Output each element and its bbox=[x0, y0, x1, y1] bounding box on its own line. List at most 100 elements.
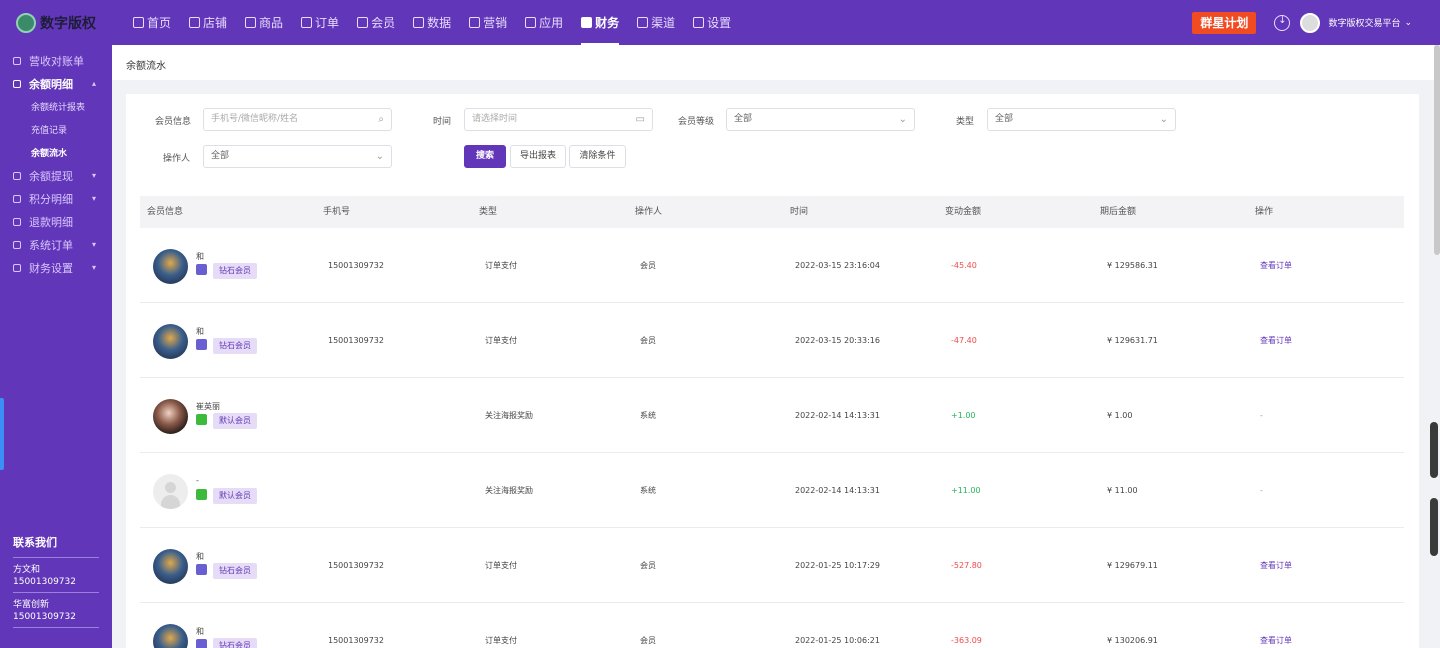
sidebar-subitem[interactable]: 余额统计报表 bbox=[0, 95, 112, 118]
sidebar-subitem[interactable]: 余额流水 bbox=[0, 141, 112, 164]
avatar bbox=[153, 549, 188, 584]
nav-item[interactable]: 渠道 bbox=[637, 0, 675, 45]
sidebar-item[interactable]: 积分明细 ▾ bbox=[0, 187, 112, 210]
column-header: 期后金额 bbox=[1100, 207, 1137, 217]
brand-logo[interactable]: 数字版权 bbox=[0, 0, 112, 45]
sidebar-subitem[interactable]: 充值记录 bbox=[0, 118, 112, 141]
type-filter-label: 类型 bbox=[956, 117, 975, 127]
sidebar-item[interactable]: 系统订单 ▾ bbox=[0, 233, 112, 256]
action-empty: - bbox=[1260, 486, 1263, 495]
nav-item[interactable]: 会员 bbox=[357, 0, 395, 45]
sidebar: 营收对账单 余额明细 ▴ 余额统计报表 充值记录 余额流水 余额提现 ▾ 积分明细 ▾ 退款明细 系统… bbox=[0, 45, 112, 648]
chevron-down-icon: ▾ bbox=[91, 171, 96, 180]
operator-cell: 会员 bbox=[640, 261, 656, 270]
sidebar-item[interactable]: 财务设置 ▾ bbox=[0, 256, 112, 279]
level-filter-label: 会员等级 bbox=[678, 117, 715, 127]
column-header: 时间 bbox=[790, 207, 809, 217]
nav-item[interactable]: 营销 bbox=[469, 0, 507, 45]
promo-button[interactable]: 群星计划 bbox=[1192, 11, 1257, 34]
calendar-icon: ▭ bbox=[635, 114, 645, 125]
member-level-badge: 钻石会员 bbox=[213, 563, 257, 579]
sidebar-item[interactable]: 余额提现 ▾ bbox=[0, 164, 112, 187]
nav-item[interactable]: 首页 bbox=[133, 0, 171, 45]
mini-program-icon bbox=[196, 564, 207, 575]
export-button[interactable]: 导出报表 bbox=[510, 145, 566, 168]
nav-item[interactable]: 数据 bbox=[413, 0, 451, 45]
type-cell: 订单支付 bbox=[485, 561, 517, 570]
floating-side-tab[interactable] bbox=[0, 398, 4, 470]
view-order-link[interactable]: 查看订单 bbox=[1260, 603, 1292, 648]
phone-cell: 15001309732 bbox=[328, 261, 384, 270]
contact-title: 联系我们 bbox=[13, 534, 99, 558]
balance-cell: ¥ 129631.71 bbox=[1107, 336, 1158, 345]
sidebar-item[interactable]: 营收对账单 bbox=[0, 49, 112, 72]
table-header: 会员信息 手机号 类型 操作人 时间 变动金额 期后金额 操作 bbox=[140, 196, 1404, 228]
sidebar-item[interactable]: 余额明细 ▴ bbox=[0, 72, 112, 95]
view-order-link[interactable]: 查看订单 bbox=[1260, 228, 1292, 303]
mini-program-icon bbox=[196, 339, 207, 350]
operator-cell: 会员 bbox=[640, 636, 656, 645]
operator-select[interactable]: 全部 ⌄ bbox=[203, 145, 392, 168]
member-level-badge: 默认会员 bbox=[213, 488, 257, 504]
member-name: 和 bbox=[196, 627, 204, 636]
balance-cell: ¥ 129586.31 bbox=[1107, 261, 1158, 270]
column-header: 会员信息 bbox=[147, 207, 184, 217]
table-row: 和 钻石会员 15001309732 订单支付 会员 2022-01-25 10… bbox=[140, 528, 1404, 603]
top-navbar: 数字版权 首页店铺商品订单会员数据营销应用财务渠道设置 群星计划 数字版权交易平… bbox=[0, 0, 1440, 45]
main-card: 会员信息 手机号/微信昵称/姓名 ⌕ 时间 请选择时间 ▭ 会员等级 全部 ⌄ … bbox=[126, 94, 1419, 648]
side-widget[interactable] bbox=[1430, 498, 1438, 556]
member-search-input[interactable]: 手机号/微信昵称/姓名 ⌕ bbox=[203, 108, 392, 131]
search-button[interactable]: 搜索 bbox=[464, 145, 506, 168]
level-select[interactable]: 全部 ⌄ bbox=[726, 108, 915, 131]
sidebar-item[interactable]: 退款明细 bbox=[0, 210, 112, 233]
chart-icon bbox=[413, 17, 425, 28]
phone-cell: 15001309732 bbox=[328, 336, 384, 345]
time-cell: 2022-01-25 10:17:29 bbox=[795, 561, 880, 570]
avatar bbox=[153, 324, 188, 359]
column-header: 操作 bbox=[1255, 207, 1274, 217]
column-header: 操作人 bbox=[635, 207, 663, 217]
nav-item[interactable]: 应用 bbox=[525, 0, 563, 45]
nav-item[interactable]: 订单 bbox=[301, 0, 339, 45]
nav-item[interactable]: 设置 bbox=[693, 0, 731, 45]
member-name: 崔英丽 bbox=[196, 402, 220, 411]
avatar bbox=[153, 474, 188, 509]
balance-cell: ¥ 130206.91 bbox=[1107, 636, 1158, 645]
amount-cell: +11.00 bbox=[951, 486, 981, 495]
view-order-link[interactable]: 查看订单 bbox=[1260, 528, 1292, 603]
download-icon[interactable] bbox=[1274, 14, 1291, 31]
type-cell: 订单支付 bbox=[485, 261, 517, 270]
menu-icon bbox=[13, 263, 21, 272]
chevron-down-icon: ▾ bbox=[91, 240, 96, 249]
type-select[interactable]: 全部 ⌄ bbox=[987, 108, 1176, 131]
table-row: - 默认会员 关注海报奖励 系统 2022-02-14 14:13:31 +11… bbox=[140, 453, 1404, 528]
page-scrollbar[interactable] bbox=[1434, 45, 1440, 255]
nav-item[interactable]: 财务 bbox=[581, 0, 620, 45]
member-level-badge: 钻石会员 bbox=[213, 263, 257, 279]
time-picker[interactable]: 请选择时间 ▭ bbox=[464, 108, 653, 131]
table-row: 崔英丽 默认会员 关注海报奖励 系统 2022-02-14 14:13:31 +… bbox=[140, 378, 1404, 453]
tag-icon bbox=[469, 17, 481, 28]
column-header: 类型 bbox=[479, 207, 498, 217]
time-cell: 2022-02-14 14:13:31 bbox=[795, 486, 880, 495]
chevron-down-icon: ▾ bbox=[91, 263, 96, 272]
main-nav: 首页 店铺 商品 订单 会员 数据 营销 应用 财务 渠道 设置 bbox=[133, 0, 749, 45]
view-order-link[interactable]: 查看订单 bbox=[1260, 303, 1292, 378]
chevron-down-icon: ▾ bbox=[91, 194, 96, 203]
clear-button[interactable]: 清除条件 bbox=[569, 145, 626, 168]
account-avatar[interactable] bbox=[1300, 12, 1321, 33]
logo-icon bbox=[16, 12, 36, 33]
phone-cell: 15001309732 bbox=[328, 636, 384, 645]
side-widget[interactable] bbox=[1430, 422, 1438, 478]
goods-icon bbox=[245, 17, 257, 28]
platform-name[interactable]: 数字版权交易平台 bbox=[1328, 16, 1400, 29]
balance-cell: ¥ 11.00 bbox=[1107, 486, 1138, 495]
chevron-down-icon[interactable]: ⌄ bbox=[1404, 18, 1412, 28]
search-icon: ⌕ bbox=[378, 114, 384, 125]
nav-item[interactable]: 商品 bbox=[245, 0, 283, 45]
finance-icon bbox=[581, 17, 593, 28]
member-name: 和 bbox=[196, 252, 204, 261]
contact-entry: 方文和 15001309732 bbox=[13, 558, 99, 593]
nav-item[interactable]: 店铺 bbox=[189, 0, 227, 45]
app-icon bbox=[525, 17, 537, 28]
